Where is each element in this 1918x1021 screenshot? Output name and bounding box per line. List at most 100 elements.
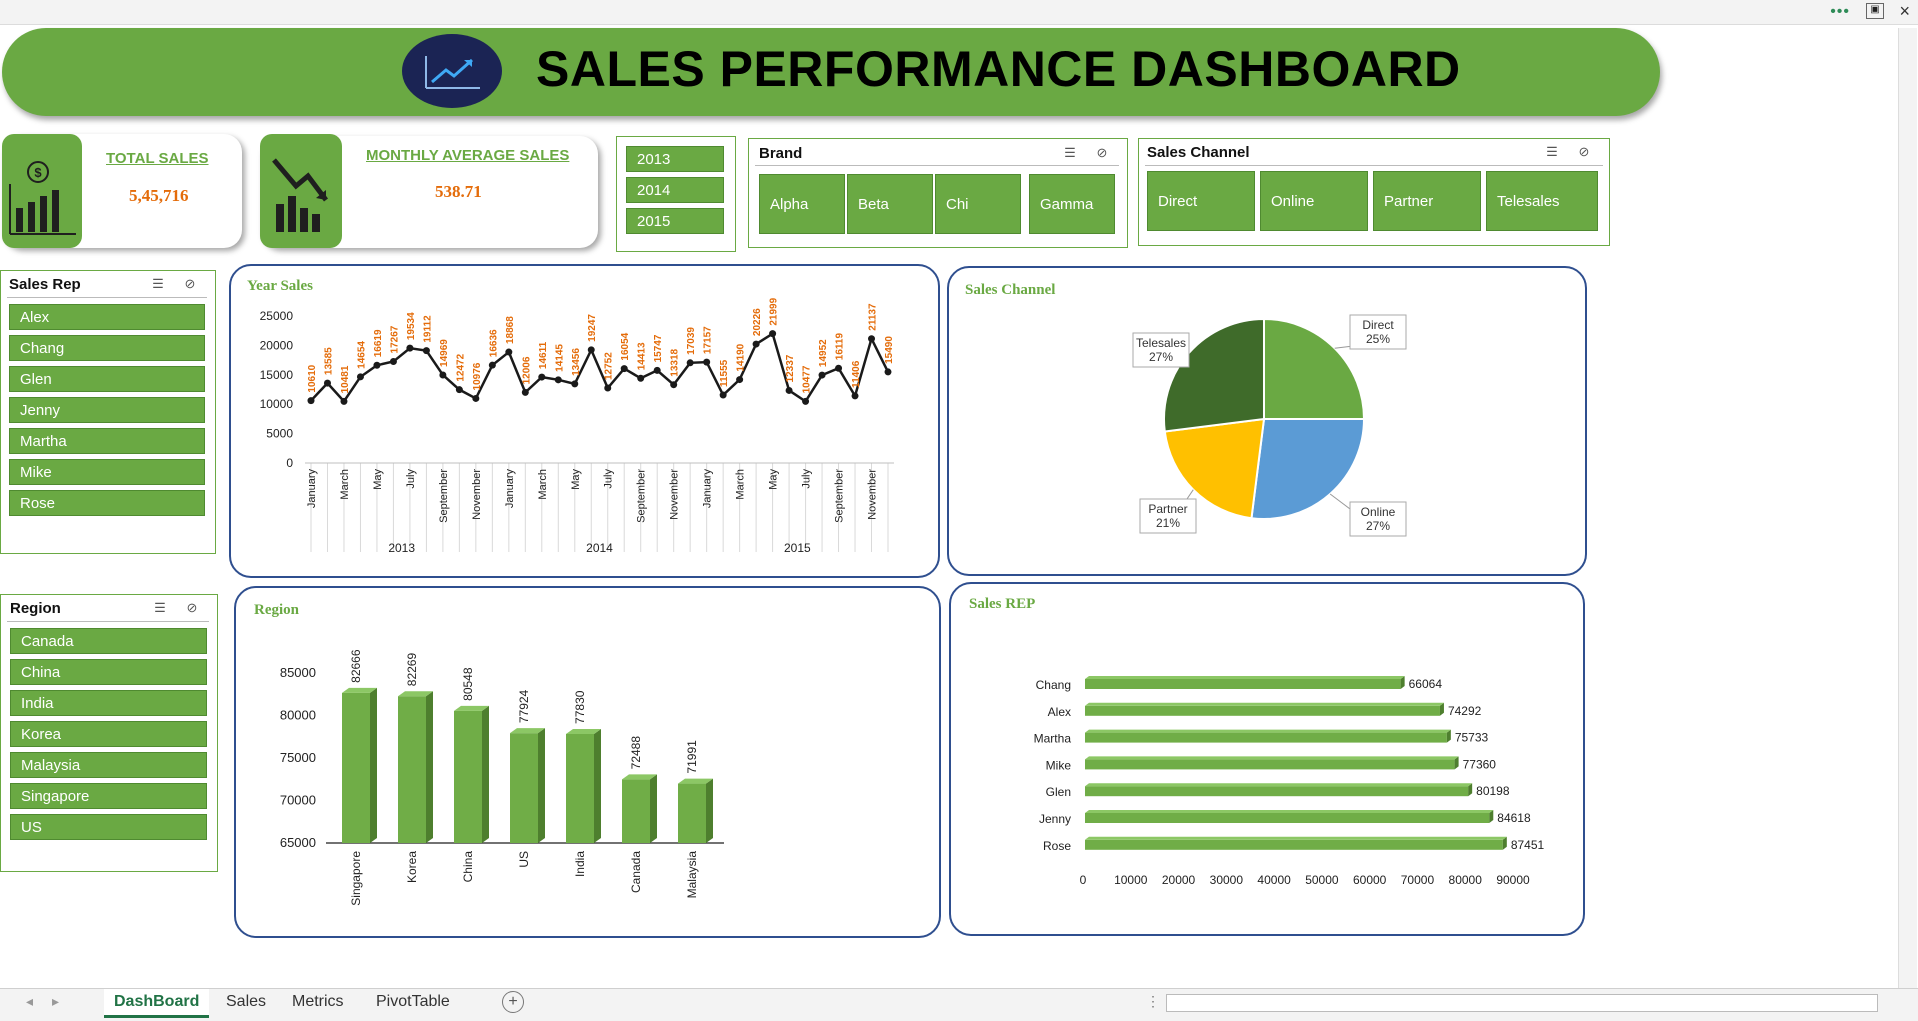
brand-slicer-item[interactable]: Chi — [935, 174, 1021, 234]
sales-rep-item[interactable]: Glen — [9, 366, 205, 392]
sales-point — [389, 357, 397, 365]
region-item[interactable]: Malaysia — [10, 752, 207, 778]
year-slicer-item[interactable]: 2015 — [626, 208, 724, 234]
channel-slicer-item[interactable]: Telesales — [1486, 171, 1598, 231]
x-tick-label: 30000 — [1210, 873, 1244, 887]
sales-point — [422, 347, 430, 355]
region-item[interactable]: US — [10, 814, 207, 840]
sales-point — [752, 340, 760, 348]
more-options-icon[interactable]: ••• — [1830, 3, 1850, 21]
sales-rep-item[interactable]: Rose — [9, 490, 205, 516]
y-tick-label: 0 — [286, 456, 293, 470]
sales-data-label: 13318 — [670, 348, 681, 376]
month-tick-label: July — [405, 469, 417, 489]
tab-pivottable[interactable]: PivotTable — [366, 989, 460, 1015]
clear-filter-icon[interactable]: ⊘ — [181, 276, 199, 292]
sales-data-label: 19247 — [587, 314, 598, 342]
ribbon-display-icon[interactable]: ▣ — [1866, 3, 1884, 19]
x-tick-label: 20000 — [1162, 873, 1196, 887]
sales-data-label: 21999 — [769, 297, 780, 325]
sales-rep-item[interactable]: Jenny — [9, 397, 205, 423]
multi-select-icon[interactable]: ☰ — [1543, 144, 1561, 160]
tab-scroll-left-icon[interactable]: ◂ — [26, 993, 33, 1010]
region-bar-chart: 65000 70000 75000 80000 85000 82666 Singapore 8… — [280, 649, 724, 906]
channel-slicer-item[interactable]: Direct — [1147, 171, 1255, 231]
month-tick-label: January — [702, 469, 714, 509]
month-tick-label: September — [636, 469, 648, 523]
sales-point — [587, 346, 595, 354]
tab-metrics[interactable]: Metrics — [282, 989, 354, 1015]
close-icon[interactable]: × — [1899, 1, 1910, 22]
split-handle-icon[interactable]: ⋮ — [1146, 993, 1160, 1010]
multi-select-icon[interactable]: ☰ — [151, 600, 169, 616]
tab-scroll-right-icon[interactable]: ▸ — [52, 993, 59, 1010]
x-tick-label: 70000 — [1401, 873, 1435, 887]
sales-point — [785, 386, 793, 394]
sales-rep-item[interactable]: Mike — [9, 459, 205, 485]
sales-rep-item[interactable]: Martha — [9, 428, 205, 454]
sales-channel-pie-chart: Direct25%Online27%Partner21%Telesales27% — [1132, 314, 1407, 537]
region-category-label: Korea — [405, 851, 419, 883]
sales-point — [554, 376, 562, 384]
clear-filter-icon[interactable]: ⊘ — [1093, 145, 1111, 161]
sales-point — [373, 361, 381, 369]
tab-sales[interactable]: Sales — [216, 989, 276, 1015]
sales-point — [340, 397, 348, 405]
rep-category-label: Glen — [1046, 785, 1071, 799]
brand-slicer-item[interactable]: Gamma — [1029, 174, 1115, 234]
sales-point — [769, 330, 777, 338]
region-category-label: Singapore — [349, 851, 363, 906]
sales-data-label: 16054 — [620, 332, 631, 360]
sales-rep-slicer-title: Sales Rep — [9, 276, 81, 293]
rep-category-label: Chang — [1036, 678, 1071, 692]
sales-data-label: 12006 — [521, 356, 532, 384]
sales-point — [472, 394, 480, 402]
sales-point — [488, 361, 496, 369]
horizontal-scrollbar[interactable] — [1166, 994, 1878, 1012]
sales-data-label: 21137 — [868, 303, 879, 331]
region-item[interactable]: Singapore — [10, 783, 207, 809]
region-item[interactable]: India — [10, 690, 207, 716]
money-growth-icon: $ — [2, 134, 82, 248]
region-item[interactable]: China — [10, 659, 207, 685]
year-slicer-item[interactable]: 2014 — [626, 177, 724, 203]
sales-data-label: 17267 — [389, 325, 400, 353]
region-data-label: 82269 — [405, 653, 419, 687]
x-tick-label: 40000 — [1257, 873, 1291, 887]
tab-dashboard[interactable]: DashBoard — [104, 989, 210, 1018]
sales-data-label: 14611 — [538, 341, 549, 369]
rep-category-label: Rose — [1043, 839, 1071, 853]
sales-data-label: 13585 — [323, 347, 334, 375]
clear-filter-icon[interactable]: ⊘ — [183, 600, 201, 616]
brand-slicer-item[interactable]: Beta — [847, 174, 933, 234]
rep-bar — [1085, 786, 1469, 797]
sales-rep-item[interactable]: Alex — [9, 304, 205, 330]
channel-slicer-item[interactable]: Partner — [1373, 171, 1481, 231]
sales-rep-item[interactable]: Chang — [9, 335, 205, 361]
sales-point — [637, 374, 645, 382]
multi-select-icon[interactable]: ☰ — [149, 276, 167, 292]
sales-data-label: 15747 — [653, 334, 664, 362]
add-sheet-icon[interactable]: + — [502, 991, 524, 1013]
region-item[interactable]: Korea — [10, 721, 207, 747]
rep-bar — [1085, 732, 1447, 743]
region-bar-side — [706, 778, 713, 843]
region-item[interactable]: Canada — [10, 628, 207, 654]
sales-point — [653, 366, 661, 374]
sales-rep-bar-chart: Chang 66064 Alex 74292 Martha 75733 Mike 77360 G… — [1034, 676, 1545, 887]
rep-bar-top — [1085, 836, 1507, 840]
year-slicer-item[interactable]: 2013 — [626, 146, 724, 172]
clear-filter-icon[interactable]: ⊘ — [1575, 144, 1593, 160]
sales-point — [538, 373, 546, 381]
y-tick-label: 5000 — [266, 427, 293, 441]
sales-point — [868, 335, 876, 343]
sales-point — [802, 397, 810, 405]
sales-data-label: 14413 — [637, 342, 648, 370]
sales-data-label: 11555 — [719, 359, 730, 387]
vertical-scrollbar[interactable] — [1898, 28, 1917, 988]
multi-select-icon[interactable]: ☰ — [1061, 145, 1079, 161]
brand-slicer-item[interactable]: Alpha — [759, 174, 845, 234]
sales-point — [439, 371, 447, 379]
channel-slicer-item[interactable]: Online — [1260, 171, 1368, 231]
region-bar — [454, 710, 482, 843]
